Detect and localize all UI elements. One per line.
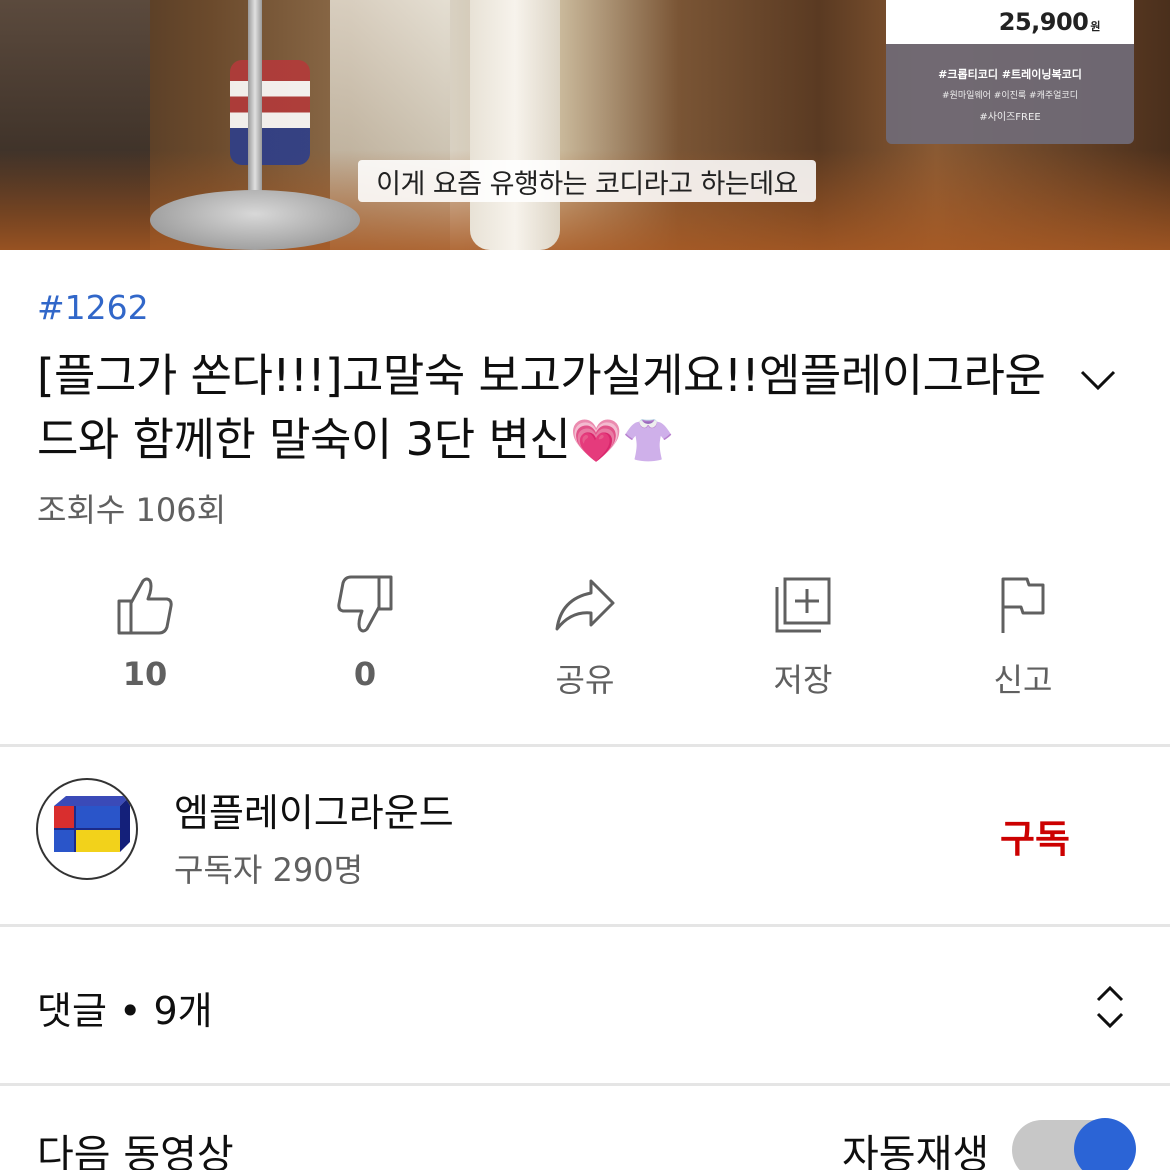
video-title[interactable]: [플그가 쏜다!!!]고말숙 보고가실게요!!엠플레이그라운드와 함께한 말숙이… [37, 344, 1067, 473]
dislike-count: 0 [353, 655, 377, 693]
video-product-card: 25,900 원 #크롭티코디 #트레이닝복코디 #원마일웨어 #이진룩 #캐주얼… [886, 0, 1134, 144]
video-caption: 이게 요즘 유행하는 코디라고 하는데요 [358, 160, 816, 202]
unfold-icon [1096, 985, 1124, 1029]
video-player[interactable]: 이게 요즘 유행하는 코디라고 하는데요 25,900 원 #크롭티코디 #트레이… [0, 0, 1170, 250]
dislike-button[interactable]: 0 [290, 575, 440, 705]
video-person [470, 0, 560, 250]
flag-icon [1001, 577, 1045, 633]
product-tags-line2: #원마일웨어 #이진룩 #캐주얼코디 [942, 91, 1078, 101]
divider [0, 1083, 1170, 1086]
report-label: 신고 [993, 661, 1053, 699]
up-next-label: 다음 동영상 [37, 1132, 234, 1170]
video-hashtag[interactable]: #1262 [37, 288, 149, 327]
video-title-text: [플그가 쏜다!!!]고말숙 보고가실게요!!엠플레이그라운드와 함께한 말숙이… [37, 349, 1046, 466]
product-tags-line1: #크롭티코디 #트레이닝복코디 [938, 68, 1082, 81]
product-tags-line3: #사이즈FREE [979, 112, 1041, 123]
report-button[interactable]: 신고 [948, 575, 1098, 705]
video-title-emojis: 💗👚 [570, 416, 674, 465]
comments-expand-button[interactable] [1090, 982, 1130, 1032]
autoplay-toggle-knob[interactable] [1074, 1118, 1136, 1170]
expand-description-button[interactable] [1078, 360, 1118, 400]
channel-name[interactable]: 엠플레이그라운드 [174, 782, 454, 837]
divider [0, 924, 1170, 927]
save-button[interactable]: 저장 [728, 575, 878, 705]
video-lamp-base [150, 190, 360, 250]
share-button[interactable]: 공유 [510, 575, 660, 705]
thumbs-down-icon [337, 575, 393, 633]
like-count: 10 [122, 655, 168, 693]
video-lamp-pole [248, 0, 262, 215]
share-label: 공유 [555, 661, 615, 699]
divider [0, 744, 1170, 747]
product-price: 25,900 원 [998, 8, 1101, 36]
product-price-value: 25,900 [998, 8, 1089, 36]
thumbs-up-icon [117, 577, 173, 635]
add-to-playlist-icon [775, 577, 831, 633]
channel-logo-icon [54, 796, 130, 852]
video-flag-stool [230, 60, 310, 165]
autoplay-label: 자동재생 [842, 1132, 990, 1170]
comments-header[interactable]: 댓글 • 9개 [37, 980, 213, 1035]
product-price-currency: 원 [1090, 20, 1100, 33]
product-card-header: 25,900 원 [886, 0, 1134, 44]
share-icon [555, 579, 615, 631]
save-label: 저장 [773, 661, 833, 699]
like-button[interactable]: 10 [70, 575, 220, 705]
channel-avatar[interactable] [36, 778, 138, 880]
view-count: 조회수 106회 [37, 491, 227, 529]
chevron-down-icon [1080, 370, 1116, 391]
subscriber-count: 구독자 290명 [174, 851, 364, 889]
subscribe-button[interactable]: 구독 [1000, 808, 1070, 863]
